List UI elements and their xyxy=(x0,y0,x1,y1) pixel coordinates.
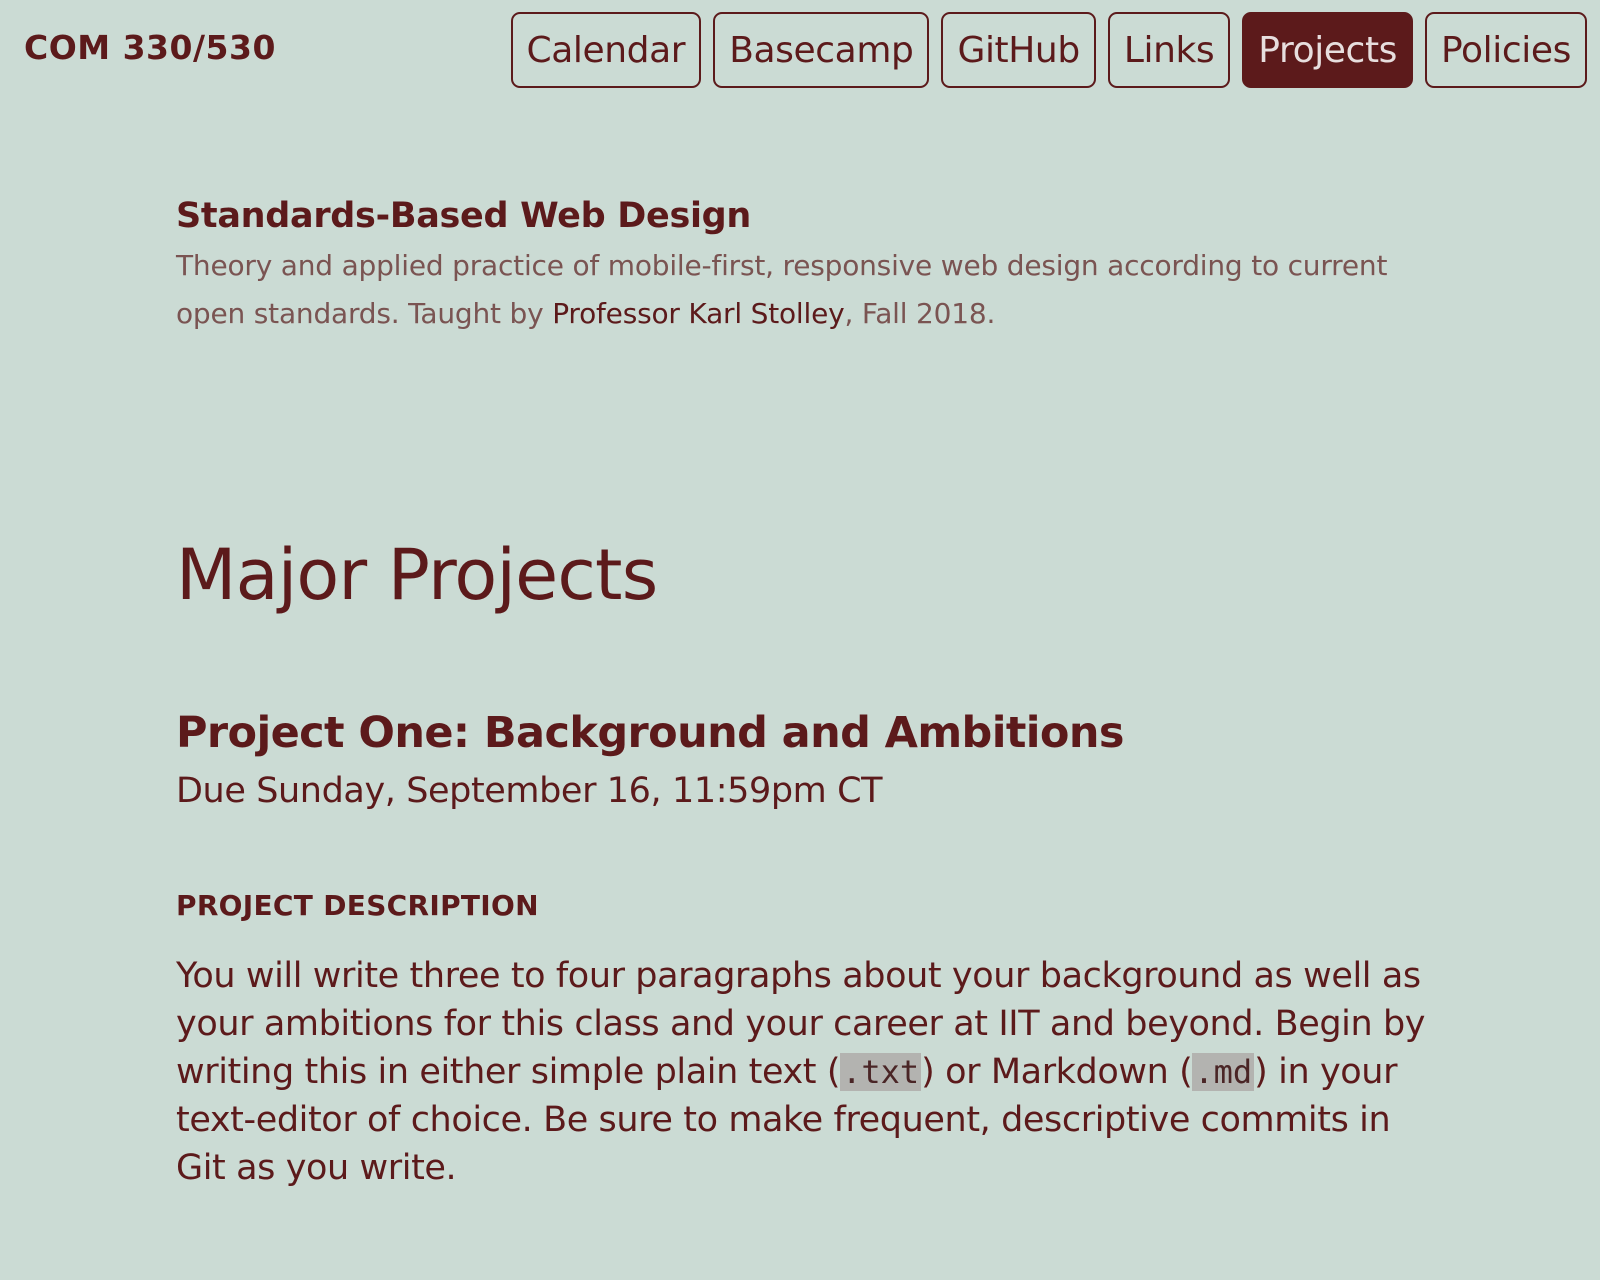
course-term-text: , Fall 2018. xyxy=(844,297,996,330)
project-due-date: Due Sunday, September 16, 11:59pm CT xyxy=(176,771,883,811)
project-description: You will write three to four paragraphs … xyxy=(176,952,1436,1192)
code-md: .md xyxy=(1192,1053,1255,1091)
nav-basecamp[interactable]: Basecamp xyxy=(713,12,930,88)
page-title: Major Projects xyxy=(176,534,658,616)
main-content: Major Projects Project One: Background a… xyxy=(176,520,1436,1192)
nav-calendar[interactable]: Calendar xyxy=(510,12,702,88)
description-text: ) or Markdown ( xyxy=(921,1052,1193,1092)
nav-links[interactable]: Links xyxy=(1107,12,1231,88)
code-txt: .txt xyxy=(840,1053,922,1091)
section-heading: PROJECT DESCRIPTION xyxy=(176,889,539,922)
main-nav: Calendar Basecamp GitHub Links Projects … xyxy=(510,12,1587,88)
site-header: COM 330/530 Calendar Basecamp GitHub Lin… xyxy=(0,0,1600,110)
nav-policies[interactable]: Policies xyxy=(1425,12,1587,88)
professor-link[interactable]: Professor Karl Stolley xyxy=(552,297,844,330)
nav-github[interactable]: GitHub xyxy=(941,12,1096,88)
site-title[interactable]: COM 330/530 xyxy=(24,28,276,67)
course-name: Standards-Based Web Design xyxy=(176,196,752,236)
course-intro: Standards-Based Web Design Theory and ap… xyxy=(176,190,1436,338)
project-title: Project One: Background and Ambitions xyxy=(176,708,1124,758)
nav-projects[interactable]: Projects xyxy=(1242,12,1414,88)
course-description: Theory and applied practice of mobile-fi… xyxy=(176,242,1436,338)
